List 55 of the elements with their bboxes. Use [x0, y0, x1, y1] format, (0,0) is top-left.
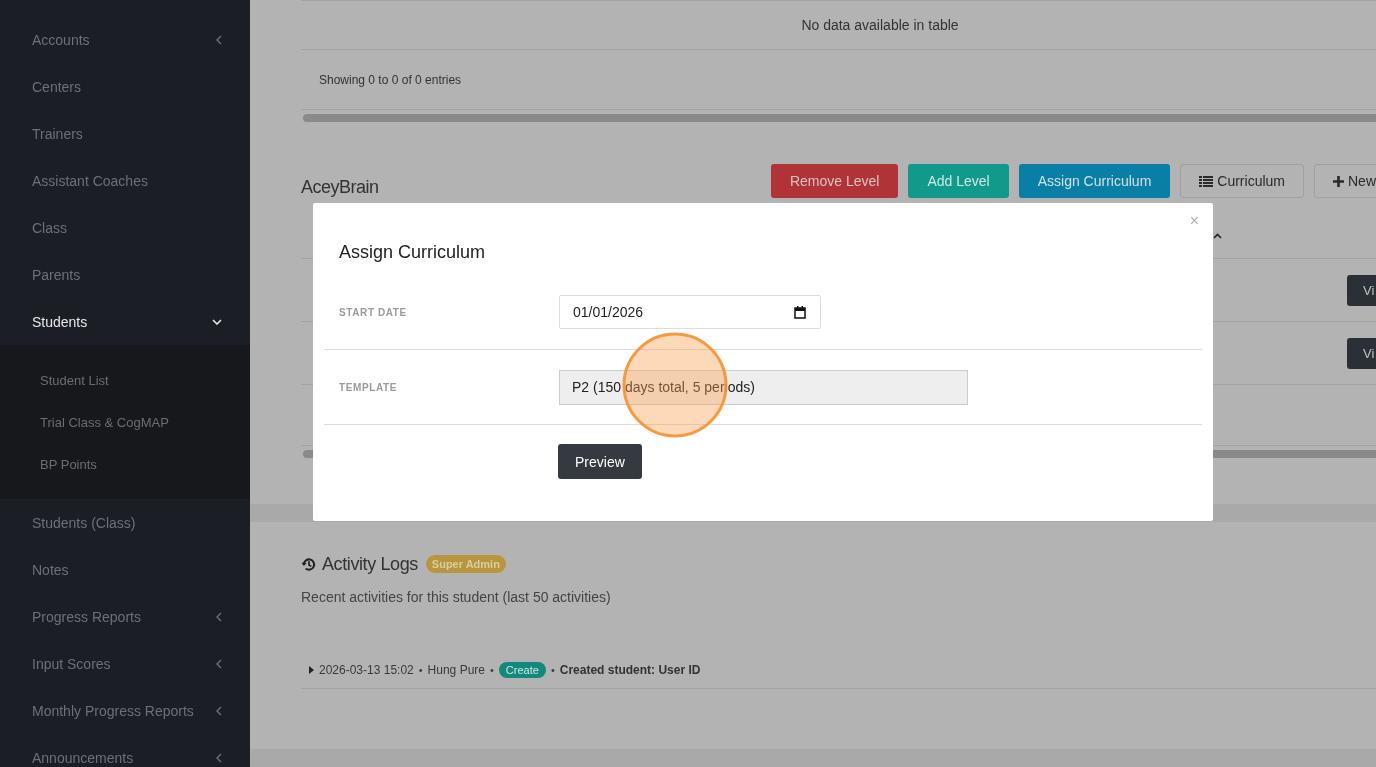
separator-dot: • [490, 664, 494, 677]
sidebar-item[interactable]: Centers [0, 63, 250, 110]
expand-triangle-icon[interactable] [309, 666, 314, 675]
log-user: Hung Pure [427, 663, 485, 678]
sidebar-item[interactable]: Class [0, 204, 250, 251]
log-time: 2026-03-13 15:02 [319, 663, 414, 678]
calendar-icon[interactable] [794, 305, 806, 319]
sidebar-item[interactable]: Announcements [0, 734, 250, 767]
sidebar-item[interactable]: Input Scores [0, 640, 250, 687]
list-icon [1199, 175, 1214, 187]
chevron-left-icon [216, 705, 222, 716]
sidebar-item[interactable]: Progress Reports [0, 593, 250, 640]
sidebar-subitem[interactable]: BP Points [0, 443, 250, 485]
modal-title: Assign Curriculum [339, 242, 486, 264]
empty-table-message: No data available in table [801, 17, 959, 33]
chevron-left-icon [216, 752, 222, 763]
section-title: AceyBrain [301, 176, 379, 198]
plus-icon [1333, 175, 1344, 187]
sidebar-item[interactable]: Students (Class) [0, 499, 250, 546]
action-badge: Create [498, 662, 546, 679]
role-badge: Super Admin [425, 555, 506, 574]
preview-button[interactable]: Preview [558, 444, 642, 479]
date-field[interactable]: 01/01/2026 [559, 295, 821, 329]
sidebar-item[interactable]: Accounts [0, 16, 250, 63]
success-button[interactable]: Add Level [908, 164, 1009, 198]
section-title: Activity Logs [322, 553, 418, 575]
sidebar-item[interactable]: Assistant Coaches [0, 157, 250, 204]
chevron-left-icon [216, 34, 222, 45]
sidebar-item[interactable]: Notes [0, 546, 250, 593]
list-button[interactable]: Curriculum [1180, 164, 1304, 198]
chevron-left-icon [216, 658, 222, 669]
chevron-left-icon [216, 611, 222, 622]
history-icon [301, 556, 316, 572]
view-button[interactable]: Vi [1347, 337, 1376, 369]
field-label: START DATE [338, 306, 408, 318]
chevron-down-icon [212, 318, 222, 325]
sidebar-item[interactable]: Trainers [0, 110, 250, 157]
separator-dot: • [418, 664, 423, 677]
close-button[interactable]: × [1189, 212, 1199, 230]
info-button[interactable]: Assign Curriculum [1018, 164, 1171, 198]
field-label: TEMPLATE [338, 381, 398, 393]
danger-button[interactable]: Remove Level [770, 164, 899, 198]
sidebar-item[interactable]: Parents [0, 251, 250, 298]
section-subtitle: Recent activities for this student (last 50 activities) [301, 588, 612, 605]
sidebar-item[interactable]: Students [0, 298, 250, 345]
log-message: Created student: User ID [559, 663, 701, 678]
view-button[interactable]: Vi [1347, 274, 1376, 306]
separator-dot: • [550, 664, 555, 677]
scrollbar[interactable] [303, 114, 1376, 122]
sidebar-subitem[interactable]: Student List [0, 359, 250, 401]
sidebar-subitem[interactable]: Trial Class & CogMAP [0, 401, 250, 443]
sidebar-item[interactable]: Monthly Progress Reports [0, 687, 250, 734]
add-button[interactable]: New [1314, 164, 1376, 198]
sort-caret-icon[interactable] [1213, 233, 1222, 239]
entries-info: Showing 0 to 0 of 0 entries [319, 72, 462, 87]
